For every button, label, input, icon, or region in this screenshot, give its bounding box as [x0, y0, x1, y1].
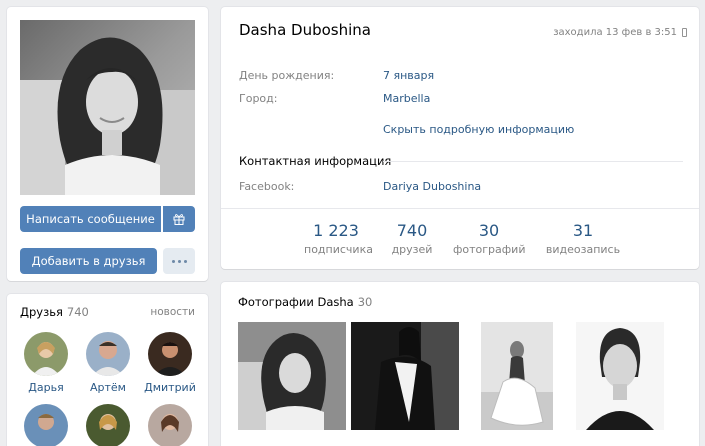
- photo-thumbnail[interactable]: [351, 322, 459, 430]
- photos-card: Фотографии Dasha 30: [221, 282, 699, 446]
- counters-divider: [221, 208, 699, 209]
- city-label: Город:: [239, 92, 278, 105]
- friend-avatar: [148, 332, 192, 376]
- friends-card: Друзья 740 новости Дарья Артём Дмитрий: [7, 294, 208, 446]
- friend-avatar: [24, 332, 68, 376]
- birthday-label: День рождения:: [239, 69, 335, 82]
- photo-thumbnail[interactable]: [576, 322, 664, 430]
- add-friend-button[interactable]: Добавить в друзья: [20, 248, 157, 274]
- avatar-card: Написать сообщение Добавить в друзья: [7, 7, 208, 281]
- profile-photo[interactable]: [20, 20, 195, 195]
- friend-avatar: [86, 332, 130, 376]
- counter-photos[interactable]: 30 фотографий: [453, 221, 525, 256]
- friend-avatar: [86, 404, 130, 446]
- last-seen-text: заходила 13 фев в 3:51: [553, 27, 677, 38]
- friend-item[interactable]: [140, 404, 200, 446]
- more-actions-button[interactable]: [163, 248, 195, 274]
- birthday-value[interactable]: 7 января: [383, 69, 434, 82]
- friend-item[interactable]: [78, 404, 138, 446]
- mobile-phone-icon: [682, 28, 687, 37]
- photos-title: Фотографии Dasha: [238, 295, 354, 309]
- friends-title: Друзья: [20, 305, 63, 319]
- photos-count: 30: [357, 295, 373, 309]
- section-divider: [383, 161, 683, 162]
- friend-avatar: [148, 404, 192, 446]
- friend-item[interactable]: Артём: [78, 332, 138, 394]
- profile-name: Dasha Duboshina: [239, 21, 371, 39]
- friend-item[interactable]: Дмитрий: [140, 332, 200, 394]
- friend-name: Дарья: [28, 381, 64, 394]
- write-message-button[interactable]: Написать сообщение: [20, 206, 161, 232]
- counter-value: 30: [478, 221, 500, 240]
- friend-item[interactable]: [16, 404, 76, 446]
- counter-value: 1 223: [313, 221, 359, 240]
- counter-videos[interactable]: 31 видеозапись: [543, 221, 623, 256]
- friend-avatar: [24, 404, 68, 446]
- toggle-details-link[interactable]: Скрыть подробную информацию: [383, 123, 574, 136]
- counter-label: фотографий: [453, 243, 526, 256]
- photos-header[interactable]: Фотографии Dasha 30: [238, 295, 372, 309]
- friends-count: 740: [66, 305, 89, 319]
- profile-info-card: Dasha Duboshina заходила 13 фев в 3:51 Д…: [221, 7, 699, 269]
- gift-icon: [173, 214, 185, 225]
- counter-value: 740: [396, 221, 428, 240]
- photo-thumbnail[interactable]: [481, 322, 553, 430]
- counter-value: 31: [572, 221, 594, 240]
- last-seen-status: заходила 13 фев в 3:51: [553, 27, 687, 38]
- counter-label: видеозапись: [545, 243, 621, 256]
- facebook-label: Facebook:: [239, 180, 295, 193]
- city-value[interactable]: Marbella: [383, 92, 430, 105]
- counter-label: подписчика: [304, 243, 373, 256]
- friends-header[interactable]: Друзья 740: [20, 305, 89, 319]
- friends-news-link[interactable]: новости: [150, 306, 195, 318]
- friend-name: Дмитрий: [144, 381, 196, 394]
- counter-friends[interactable]: 740 друзей: [384, 221, 440, 256]
- counter-followers[interactable]: 1 223 подписчика: [304, 221, 373, 256]
- contacts-section-title: Контактная информация: [239, 154, 392, 168]
- send-gift-button[interactable]: [163, 206, 195, 232]
- counter-label: друзей: [391, 243, 433, 256]
- facebook-link[interactable]: Dariya Duboshina: [383, 180, 481, 193]
- friend-name: Артём: [90, 381, 126, 394]
- more-dots-icon: [171, 259, 175, 263]
- friend-item[interactable]: Дарья: [16, 332, 76, 394]
- photo-thumbnail[interactable]: [238, 322, 346, 430]
